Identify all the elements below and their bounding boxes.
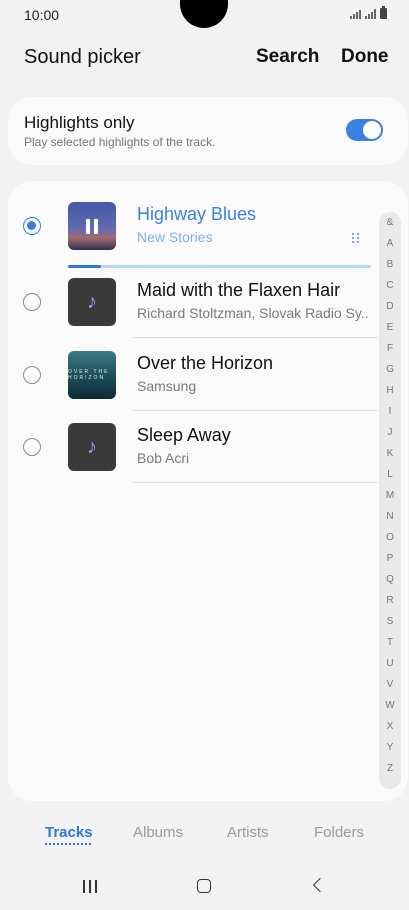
toggle-knob <box>363 121 381 139</box>
track-artist: Richard Stoltzman, Slovak Radio Sy... <box>137 305 369 321</box>
index-letter[interactable]: Q <box>386 569 394 590</box>
index-letter[interactable]: U <box>386 653 393 674</box>
index-letter[interactable]: V <box>387 674 394 695</box>
row-divider <box>133 482 378 483</box>
pause-icon[interactable] <box>86 218 98 234</box>
track-row[interactable]: ♪ Maid with the Flaxen Hair Richard Stol… <box>8 265 378 338</box>
album-art-text: OVER THE HORIZON <box>68 369 110 381</box>
index-letter[interactable]: S <box>387 611 394 632</box>
track-artist: Samsung <box>137 378 197 394</box>
index-letter[interactable]: O <box>386 527 394 548</box>
tab-folders[interactable]: Folders <box>314 824 364 841</box>
index-letter[interactable]: N <box>386 506 393 527</box>
album-art: ♪ <box>68 423 116 471</box>
index-letter[interactable]: X <box>387 716 394 737</box>
search-button[interactable]: Search <box>256 46 319 68</box>
track-row[interactable]: Highway Blues New Stories <box>8 189 378 268</box>
index-letter[interactable]: C <box>386 275 393 296</box>
index-letter[interactable]: M <box>386 485 394 506</box>
index-letter[interactable]: D <box>386 296 393 317</box>
track-title: Sleep Away <box>137 425 231 445</box>
index-letter[interactable]: & <box>387 212 394 233</box>
index-letter[interactable]: L <box>387 464 393 485</box>
track-radio[interactable] <box>23 366 41 384</box>
done-button[interactable]: Done <box>341 46 389 68</box>
index-letter[interactable]: P <box>387 548 394 569</box>
highlights-subtitle: Play selected highlights of the track. <box>24 135 216 149</box>
battery-icon <box>380 6 387 19</box>
recents-icon[interactable] <box>83 880 97 893</box>
album-art <box>68 202 116 250</box>
tab-bar: Tracks Albums Artists Folders <box>0 812 409 852</box>
index-letter[interactable]: G <box>386 359 394 380</box>
music-note-icon: ♪ <box>87 290 97 313</box>
index-letter[interactable]: T <box>387 632 393 653</box>
index-letter[interactable]: H <box>386 380 393 401</box>
track-row[interactable]: OVER THE HORIZON Over the Horizon Samsun… <box>8 338 378 411</box>
camera-notch <box>180 0 228 28</box>
page-title: Sound picker <box>24 46 141 68</box>
alphabet-index-scroller[interactable]: & A B C D E F G H I J K L M N O P Q R S T U V W X Y Z <box>379 212 401 789</box>
index-letter[interactable]: I <box>389 401 392 422</box>
music-note-icon: ♪ <box>87 435 97 458</box>
highlight-handle-icon[interactable] <box>352 233 360 243</box>
track-radio[interactable] <box>23 438 41 456</box>
index-letter[interactable]: W <box>385 695 394 716</box>
tab-albums[interactable]: Albums <box>133 824 183 841</box>
home-icon[interactable] <box>197 879 211 893</box>
index-letter[interactable]: E <box>387 317 394 338</box>
track-radio[interactable] <box>23 293 41 311</box>
status-bar: 10:00 <box>0 0 409 34</box>
track-artist: Bob Acri <box>137 450 190 466</box>
track-title: Highway Blues <box>137 204 257 224</box>
index-letter[interactable]: A <box>387 233 394 254</box>
track-title: Over the Horizon <box>137 353 274 373</box>
album-art-horizon: OVER THE HORIZON <box>68 351 116 399</box>
track-radio-selected[interactable] <box>23 217 41 235</box>
wifi-signal-icon <box>350 10 361 19</box>
index-letter[interactable]: F <box>387 338 393 359</box>
back-icon[interactable] <box>312 877 328 893</box>
album-art: ♪ <box>68 278 116 326</box>
active-tab-indicator <box>45 843 91 845</box>
highlights-toggle[interactable] <box>346 119 383 141</box>
navigation-bar <box>0 862 409 910</box>
index-letter[interactable]: Y <box>387 737 394 758</box>
track-list: Highway Blues New Stories ♪ Maid with th… <box>8 181 408 801</box>
cell-signal-icon <box>365 9 376 19</box>
track-row[interactable]: ♪ Sleep Away Bob Acri <box>8 410 378 483</box>
index-letter[interactable]: R <box>386 590 393 611</box>
app-bar: Sound picker Search Done <box>0 40 409 80</box>
track-artist: New Stories <box>137 229 213 245</box>
tab-artists[interactable]: Artists <box>227 824 269 841</box>
status-time: 10:00 <box>24 7 60 23</box>
status-icons <box>350 6 387 19</box>
index-letter[interactable]: K <box>387 443 394 464</box>
index-letter[interactable]: B <box>387 254 394 275</box>
track-title: Maid with the Flaxen Hair <box>137 280 341 300</box>
index-letter[interactable]: J <box>388 422 393 443</box>
highlights-title: Highlights only <box>24 113 135 132</box>
index-letter[interactable]: Z <box>387 758 393 779</box>
highlights-only-setting[interactable]: Highlights only Play selected highlights… <box>8 97 408 165</box>
tab-tracks[interactable]: Tracks <box>45 824 93 841</box>
